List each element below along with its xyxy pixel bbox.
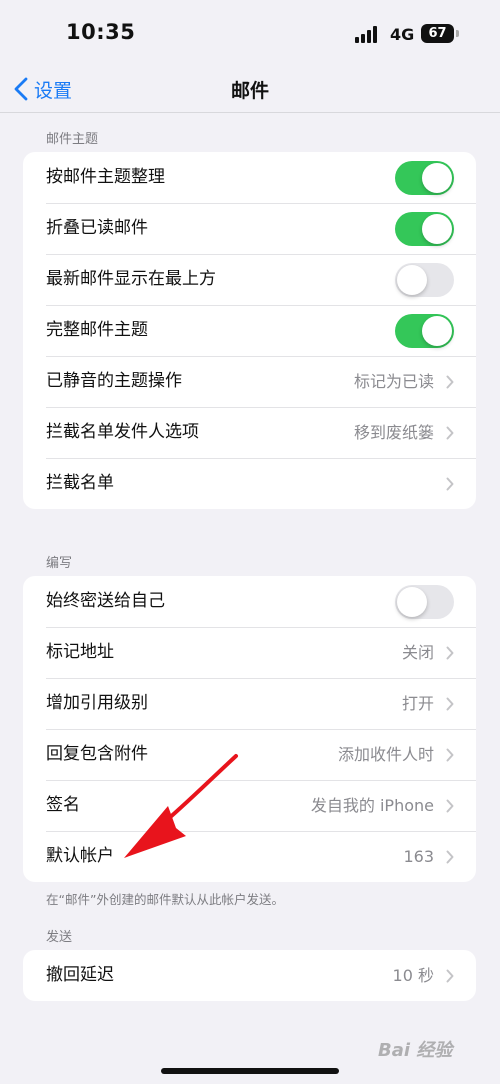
row-collapse-read[interactable]: 折叠已读邮件 bbox=[23, 203, 476, 254]
row-label: 签名 bbox=[46, 795, 80, 815]
row-complete-threads[interactable]: 完整邮件主题 bbox=[23, 305, 476, 356]
chevron-right-icon bbox=[446, 426, 454, 440]
nav-divider bbox=[0, 112, 500, 113]
most-recent-on-top-toggle[interactable] bbox=[395, 263, 454, 297]
row-blocked-sender-options[interactable]: 拦截名单发件人选项 移到废纸篓 bbox=[23, 407, 476, 458]
row-always-bcc-myself[interactable]: 始终密送给自己 bbox=[23, 576, 476, 627]
cellular-signal-icon bbox=[355, 25, 381, 43]
row-label: 撤回延迟 bbox=[46, 965, 114, 985]
row-label: 回复包含附件 bbox=[46, 744, 148, 764]
back-button[interactable]: 设置 bbox=[14, 74, 72, 104]
network-type: 4G bbox=[390, 25, 415, 44]
row-organize-by-thread[interactable]: 按邮件主题整理 bbox=[23, 152, 476, 203]
row-increase-quote-level[interactable]: 增加引用级别 打开 bbox=[23, 678, 476, 729]
row-blocked[interactable]: 拦截名单 bbox=[23, 458, 476, 509]
organize-by-thread-toggle[interactable] bbox=[395, 161, 454, 195]
chevron-left-icon bbox=[14, 77, 28, 101]
chevron-right-icon bbox=[446, 477, 454, 491]
row-label: 已静音的主题操作 bbox=[46, 371, 182, 391]
row-include-attachments[interactable]: 回复包含附件 添加收件人时 bbox=[23, 729, 476, 780]
row-muted-thread-action[interactable]: 已静音的主题操作 标记为已读 bbox=[23, 356, 476, 407]
default-account-footnote: 在“邮件”外创建的邮件默认从此帐户发送。 bbox=[46, 892, 284, 907]
toggle-knob bbox=[397, 587, 427, 617]
chevron-right-icon bbox=[446, 646, 454, 660]
chevron-right-icon bbox=[446, 697, 454, 711]
settings-group-composing: 始终密送给自己 标记地址 关闭 增加引用级别 打开 回复包含附件 添加收件人时 … bbox=[23, 576, 476, 882]
row-label: 标记地址 bbox=[46, 642, 114, 662]
row-label: 默认帐户 bbox=[46, 846, 114, 866]
row-value: 打开 bbox=[401, 694, 434, 713]
row-most-recent-on-top[interactable]: 最新邮件显示在最上方 bbox=[23, 254, 476, 305]
section-header-sending: 发送 bbox=[46, 930, 73, 945]
row-value: 关闭 bbox=[401, 643, 434, 662]
row-value: 移到废纸篓 bbox=[353, 423, 434, 442]
chevron-right-icon bbox=[446, 799, 454, 813]
row-label: 最新邮件显示在最上方 bbox=[46, 269, 216, 289]
row-label: 按邮件主题整理 bbox=[46, 167, 165, 187]
row-label: 增加引用级别 bbox=[46, 693, 148, 713]
always-bcc-myself-toggle[interactable] bbox=[395, 585, 454, 619]
row-value: 发自我的 iPhone bbox=[310, 796, 434, 815]
toggle-knob bbox=[397, 265, 427, 295]
row-value: 10 秒 bbox=[392, 966, 434, 985]
chevron-right-icon bbox=[446, 969, 454, 983]
complete-threads-toggle[interactable] bbox=[395, 314, 454, 348]
toggle-knob bbox=[422, 214, 452, 244]
battery-level: 67 bbox=[428, 26, 447, 41]
row-label: 拦截名单发件人选项 bbox=[46, 422, 199, 442]
row-signature[interactable]: 签名 发自我的 iPhone bbox=[23, 780, 476, 831]
row-label: 完整邮件主题 bbox=[46, 320, 148, 340]
home-indicator bbox=[161, 1068, 339, 1074]
row-value: 163 bbox=[403, 847, 434, 866]
page-title: 邮件 bbox=[230, 80, 269, 102]
chevron-right-icon bbox=[446, 748, 454, 762]
row-mark-addresses[interactable]: 标记地址 关闭 bbox=[23, 627, 476, 678]
row-label: 拦截名单 bbox=[46, 473, 114, 493]
section-header-composing: 编写 bbox=[46, 556, 73, 571]
status-time: 10:35 bbox=[66, 20, 136, 44]
navigation-bar: 邮件 设置 bbox=[0, 66, 500, 112]
toggle-knob bbox=[422, 316, 452, 346]
battery-icon: 67 bbox=[421, 24, 454, 43]
baidu-watermark: Bai 经验 bbox=[378, 1040, 453, 1061]
section-header-threading: 邮件主题 bbox=[46, 132, 99, 147]
toggle-knob bbox=[422, 163, 452, 193]
status-bar: 10:35 4G 67 bbox=[0, 0, 500, 66]
row-default-account[interactable]: 默认帐户 163 bbox=[23, 831, 476, 882]
back-label: 设置 bbox=[34, 79, 73, 102]
settings-group-threading: 按邮件主题整理 折叠已读邮件 最新邮件显示在最上方 完整邮件主题 已静音的主题操… bbox=[23, 152, 476, 509]
settings-group-sending: 撤回延迟 10 秒 bbox=[23, 950, 476, 1001]
row-value: 标记为已读 bbox=[353, 372, 434, 391]
collapse-read-toggle[interactable] bbox=[395, 212, 454, 246]
row-value: 添加收件人时 bbox=[337, 745, 434, 764]
chevron-right-icon bbox=[446, 375, 454, 389]
row-label: 折叠已读邮件 bbox=[46, 218, 148, 238]
battery-cap bbox=[456, 30, 459, 37]
row-undo-send-delay[interactable]: 撤回延迟 10 秒 bbox=[23, 950, 476, 1001]
row-label: 始终密送给自己 bbox=[46, 591, 165, 611]
chevron-right-icon bbox=[446, 850, 454, 864]
